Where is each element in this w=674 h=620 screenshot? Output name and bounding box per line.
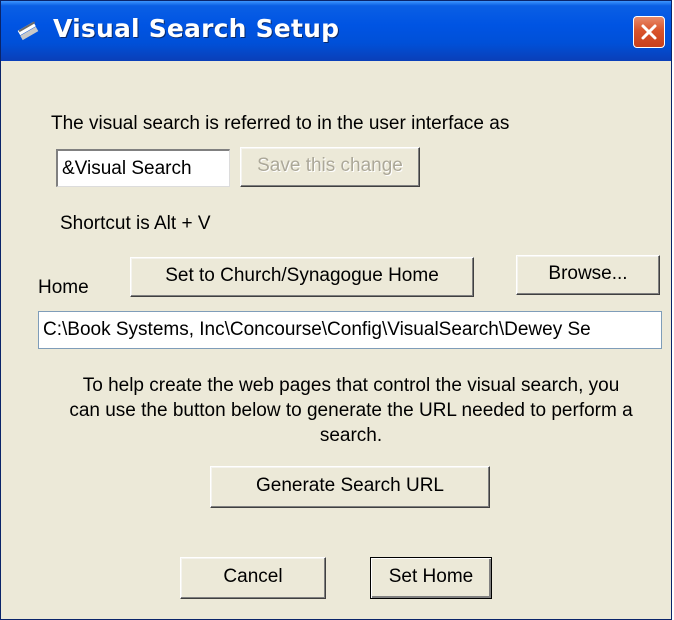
close-button[interactable] (633, 16, 665, 48)
help-text-line-3: search. (319, 425, 383, 446)
dialog-body: The visual search is referred to in the … (4, 61, 668, 619)
window-title: Visual Search Setup (53, 14, 340, 43)
cancel-button[interactable]: Cancel (180, 557, 326, 599)
set-home-button[interactable]: Set Home (370, 557, 492, 599)
generate-search-url-button[interactable]: Generate Search URL (210, 466, 490, 508)
close-icon (641, 24, 657, 40)
help-text-line-2: can use the button below to generate the… (69, 400, 633, 421)
browse-button[interactable]: Browse... (516, 255, 660, 295)
books-icon (15, 17, 41, 43)
set-church-home-button[interactable]: Set to Church/Synagogue Home (130, 257, 474, 297)
visual-search-name-input[interactable]: &Visual Search (56, 149, 230, 187)
shortcut-text: Shortcut is Alt + V (60, 213, 211, 234)
dialog-window: Visual Search Setup The visual search is… (0, 0, 672, 620)
home-label: Home (38, 277, 89, 298)
home-path-input[interactable]: C:\Book Systems, Inc\Concourse\Config\Vi… (38, 311, 662, 349)
save-change-button[interactable]: Save this change (240, 147, 420, 187)
title-bar[interactable]: Visual Search Setup (1, 1, 671, 61)
intro-text: The visual search is referred to in the … (51, 113, 510, 134)
help-text-line-1: To help create the web pages that contro… (82, 375, 620, 396)
